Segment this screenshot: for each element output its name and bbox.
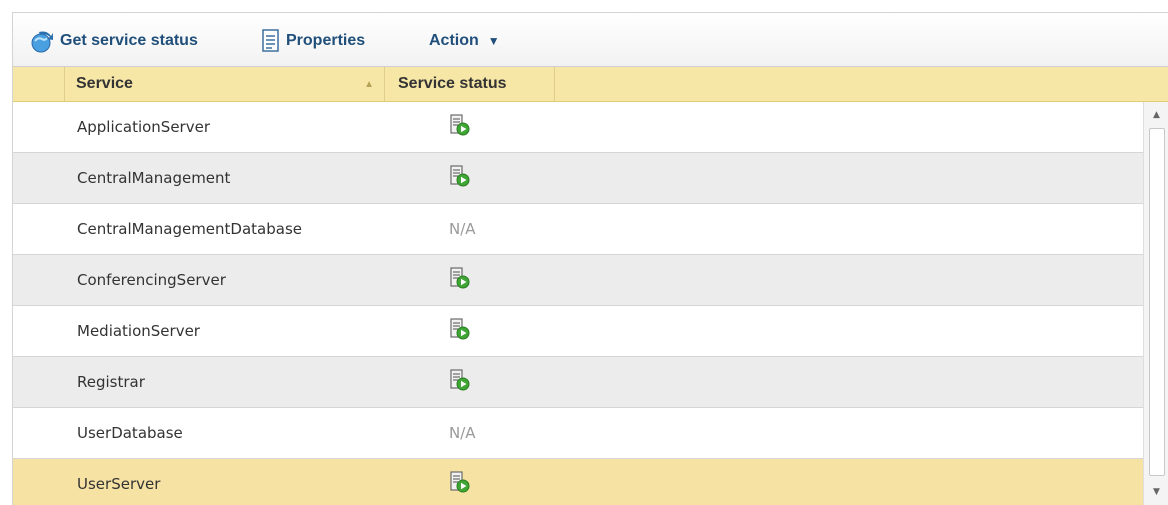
service-name: ConferencingServer xyxy=(77,271,226,289)
service-status-column-header[interactable]: Service status xyxy=(385,67,555,101)
service-column-header[interactable]: Service ▲ xyxy=(65,67,385,101)
service-running-icon xyxy=(449,318,471,340)
sort-ascending-icon: ▲ xyxy=(364,79,374,90)
table-row[interactable]: UserDatabase N/A xyxy=(13,408,1143,459)
action-label: Action xyxy=(429,32,479,49)
service-name: UserDatabase xyxy=(77,424,183,442)
service-name: MediationServer xyxy=(77,322,200,340)
action-menu-button[interactable]: Action ▼ xyxy=(429,29,500,53)
table-row[interactable]: CentralManagement xyxy=(13,153,1143,204)
toolbar: Get service status Properties Action ▼ xyxy=(13,13,1168,67)
service-running-icon xyxy=(449,471,471,493)
table-row[interactable]: ApplicationServer xyxy=(13,102,1143,153)
table-row-selected[interactable]: UserServer xyxy=(13,459,1143,505)
chevron-down-icon: ▼ xyxy=(487,34,500,48)
service-status-text: N/A xyxy=(449,220,476,238)
table-row[interactable]: CentralManagementDatabase N/A xyxy=(13,204,1143,255)
scroll-thumb[interactable] xyxy=(1149,128,1165,476)
service-name: CentralManagementDatabase xyxy=(77,220,302,238)
service-name: CentralManagement xyxy=(77,169,231,187)
properties-label: Properties xyxy=(286,32,366,49)
grid-header: Service ▲ Service status xyxy=(13,67,1168,102)
services-panel: Get service status Properties Action ▼ S… xyxy=(12,12,1168,505)
empty-column-header xyxy=(555,67,1141,101)
row-selector-header xyxy=(13,67,65,101)
service-name: ApplicationServer xyxy=(77,118,211,136)
service-name: UserServer xyxy=(77,475,161,493)
get-service-status-button[interactable]: Get service status xyxy=(29,29,198,53)
get-service-status-label: Get service status xyxy=(60,32,198,49)
table-row[interactable]: MediationServer xyxy=(13,306,1143,357)
properties-button[interactable]: Properties xyxy=(261,29,365,53)
service-running-icon xyxy=(449,267,471,289)
table-row[interactable]: ConferencingServer xyxy=(13,255,1143,306)
scroll-down-arrow-icon[interactable]: ▼ xyxy=(1144,479,1168,505)
service-name: Registrar xyxy=(77,373,145,391)
service-column-label: Service xyxy=(76,75,133,92)
service-running-icon xyxy=(449,114,471,136)
scroll-up-arrow-icon[interactable]: ▲ xyxy=(1144,102,1168,128)
service-status-text: N/A xyxy=(449,424,476,442)
refresh-globe-icon xyxy=(29,29,60,53)
vertical-scrollbar[interactable]: ▲ ▼ xyxy=(1143,102,1168,505)
service-running-icon xyxy=(449,165,471,187)
document-icon xyxy=(261,29,286,53)
service-status-column-label: Service status xyxy=(398,75,507,92)
service-running-icon xyxy=(449,369,471,391)
grid-body: ApplicationServer CentralManagement Cent… xyxy=(13,102,1143,505)
table-row[interactable]: Registrar xyxy=(13,357,1143,408)
